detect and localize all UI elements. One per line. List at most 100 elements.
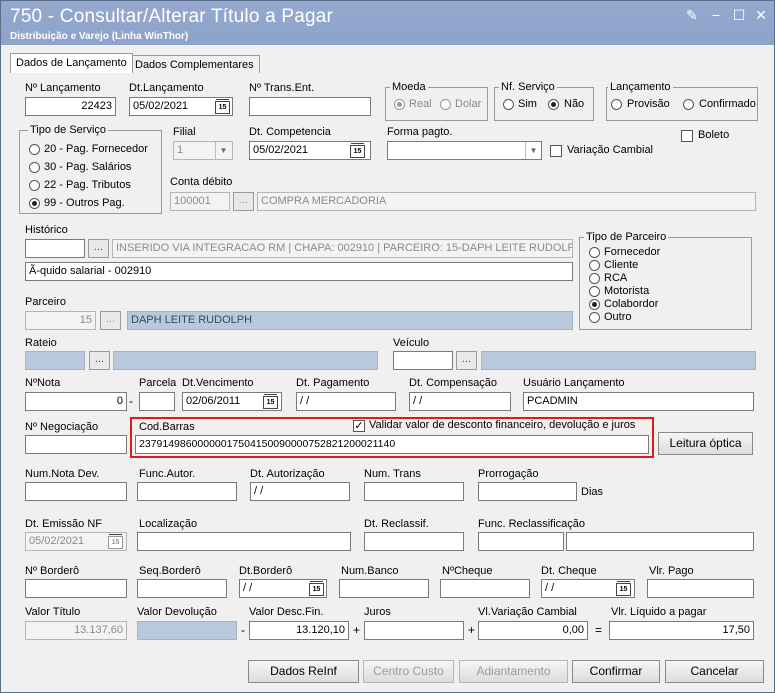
func-reclassificacao-label: Func. Reclassificação — [478, 518, 585, 530]
func-reclassificacao-code[interactable] — [478, 532, 564, 551]
rateio-lookup-button[interactable]: ... — [89, 351, 110, 370]
conta-debito-lookup-button[interactable]: ... — [233, 192, 254, 211]
boleto-label: Boleto — [698, 129, 730, 141]
num-bordero-field[interactable] — [25, 579, 127, 598]
nf-sim-radio[interactable] — [503, 99, 514, 110]
moeda-real-radio[interactable] — [394, 99, 405, 110]
func-autor-field[interactable] — [137, 482, 237, 501]
calendar-icon[interactable]: 15 — [616, 581, 631, 596]
close-icon[interactable]: ✕ — [753, 7, 769, 23]
dt-compensacao-field[interactable]: / / — [409, 392, 511, 411]
juros-field[interactable] — [364, 621, 464, 640]
vlr-pago-label: Vlr. Pago — [649, 565, 694, 577]
historico-label: Histórico — [25, 224, 68, 236]
parceiro-cliente-radio[interactable] — [589, 260, 600, 271]
parceiro-code[interactable]: 15 — [25, 311, 96, 330]
boleto-checkbox[interactable] — [681, 130, 693, 142]
dias-label: Dias — [581, 486, 604, 498]
tipo-parceiro-option: Colabordor — [604, 298, 659, 310]
vl-variacao-cambial-label: Vl.Variação Cambial — [478, 606, 577, 618]
veiculo-desc — [481, 351, 756, 370]
tipo-servico-radio-22[interactable] — [29, 180, 40, 191]
nf-nao-radio[interactable] — [548, 99, 559, 110]
func-reclassificacao-name — [566, 532, 754, 551]
lanc-provisao-label: Provisão — [627, 98, 670, 110]
calendar-icon[interactable]: 15 — [309, 581, 324, 596]
dt-reclassif-label: Dt. Reclassif. — [364, 518, 429, 530]
centro-custo-button[interactable]: Centro Custo — [363, 660, 454, 683]
lanc-provisao-radio[interactable] — [611, 99, 622, 110]
veiculo-lookup-button[interactable]: ... — [456, 351, 477, 370]
rateio-desc — [113, 351, 378, 370]
nf-nao-label: Não — [564, 98, 585, 110]
num-nota-field[interactable]: 0 — [25, 392, 127, 411]
leitura-optica-button[interactable]: Leitura óptica — [658, 432, 753, 455]
parceiro-fornecedor-radio[interactable] — [589, 247, 600, 258]
num-cheque-field[interactable] — [440, 579, 530, 598]
minimize-icon[interactable]: − — [708, 7, 724, 23]
dash-separator: - — [129, 394, 133, 408]
calendar-icon[interactable]: 15 — [350, 143, 365, 158]
num-lancamento-field[interactable]: 22423 — [25, 97, 116, 116]
negociacao-label: Nº Negociação — [25, 421, 99, 433]
parceiro-motorista-radio[interactable] — [589, 286, 600, 297]
nf-sim-label: Sim — [518, 98, 537, 110]
dt-autorizacao-field[interactable]: / / — [250, 482, 350, 501]
parceiro-lookup-button[interactable]: ... — [100, 311, 121, 330]
valor-desc-fin-field[interactable]: 13.120,10 — [249, 621, 349, 640]
tab-dados-lancamento[interactable]: Dados de Lançamento — [10, 53, 133, 73]
cod-barras-field[interactable]: 2379149860000001750415009000075282120002… — [135, 435, 649, 454]
conta-debito-code[interactable]: 100001 — [170, 192, 230, 211]
validar-desconto-checkbox[interactable]: ✓ — [353, 420, 365, 432]
num-trans-ent-label: Nº Trans.Ent. — [249, 82, 315, 94]
parceiro-rca-radio[interactable] — [589, 273, 600, 284]
dados-reinf-button[interactable]: Dados ReInf — [248, 660, 359, 683]
forma-pagto-select[interactable] — [387, 141, 542, 160]
historico-text-field[interactable]: Ã-quido salarial - 002910 — [25, 262, 573, 281]
tab-dados-complementares[interactable]: Dados Complementares — [129, 55, 260, 73]
chevron-down-icon[interactable]: ▼ — [525, 142, 541, 159]
func-autor-label: Func.Autor. — [139, 468, 196, 480]
dt-competencia-label: Dt. Competencia — [249, 126, 331, 138]
num-trans-field[interactable] — [364, 482, 464, 501]
maximize-icon[interactable]: ☐ — [731, 7, 747, 23]
prorrogacao-field[interactable] — [478, 482, 577, 501]
historico-code[interactable] — [25, 239, 85, 258]
num-trans-ent-field[interactable] — [249, 97, 371, 116]
dt-autorizacao-label: Dt. Autorização — [250, 468, 325, 480]
dt-pagamento-field[interactable]: / / — [296, 392, 396, 411]
dt-reclassif-field[interactable] — [364, 532, 464, 551]
historico-lookup-button[interactable]: ... — [88, 239, 109, 258]
moeda-dolar-radio[interactable] — [440, 99, 451, 110]
parcela-field[interactable] — [139, 392, 175, 411]
num-banco-field[interactable] — [339, 579, 429, 598]
conta-debito-label: Conta débito — [170, 176, 233, 188]
rateio-code[interactable] — [25, 351, 85, 370]
tipo-servico-radio-30[interactable] — [29, 162, 40, 173]
negociacao-field[interactable] — [25, 435, 127, 454]
calendar-icon[interactable]: 15 — [108, 534, 123, 549]
tipo-servico-radio-99[interactable] — [29, 198, 40, 209]
variacao-cambial-checkbox[interactable] — [550, 145, 562, 157]
localizacao-field[interactable] — [137, 532, 351, 551]
veiculo-code[interactable] — [393, 351, 453, 370]
lanc-confirmado-radio[interactable] — [683, 99, 694, 110]
adiantamento-button[interactable]: Adiantamento — [459, 660, 568, 683]
parceiro-label: Parceiro — [25, 296, 66, 308]
num-nota-dev-field[interactable] — [25, 482, 127, 501]
chevron-down-icon[interactable]: ▼ — [215, 142, 231, 159]
calendar-icon[interactable]: 15 — [263, 394, 278, 409]
edit-icon[interactable]: ✎ — [684, 7, 700, 23]
calendar-icon[interactable]: 15 — [215, 99, 230, 114]
tipo-servico-option: 22 - Pag. Tributos — [44, 179, 131, 191]
confirmar-button[interactable]: Confirmar — [572, 660, 660, 683]
seq-bordero-field[interactable] — [137, 579, 227, 598]
parceiro-colaborador-radio[interactable] — [589, 299, 600, 310]
parceiro-outro-radio[interactable] — [589, 312, 600, 323]
lanc-confirmado-label: Confirmado — [699, 98, 756, 110]
num-nota-dev-label: Num.Nota Dev. — [25, 468, 100, 480]
tipo-servico-radio-20[interactable] — [29, 144, 40, 155]
tipo-parceiro-label: Tipo de Parceiro — [584, 231, 669, 243]
seq-bordero-label: Seq.Borderô — [139, 565, 201, 577]
cancelar-button[interactable]: Cancelar — [665, 660, 764, 683]
